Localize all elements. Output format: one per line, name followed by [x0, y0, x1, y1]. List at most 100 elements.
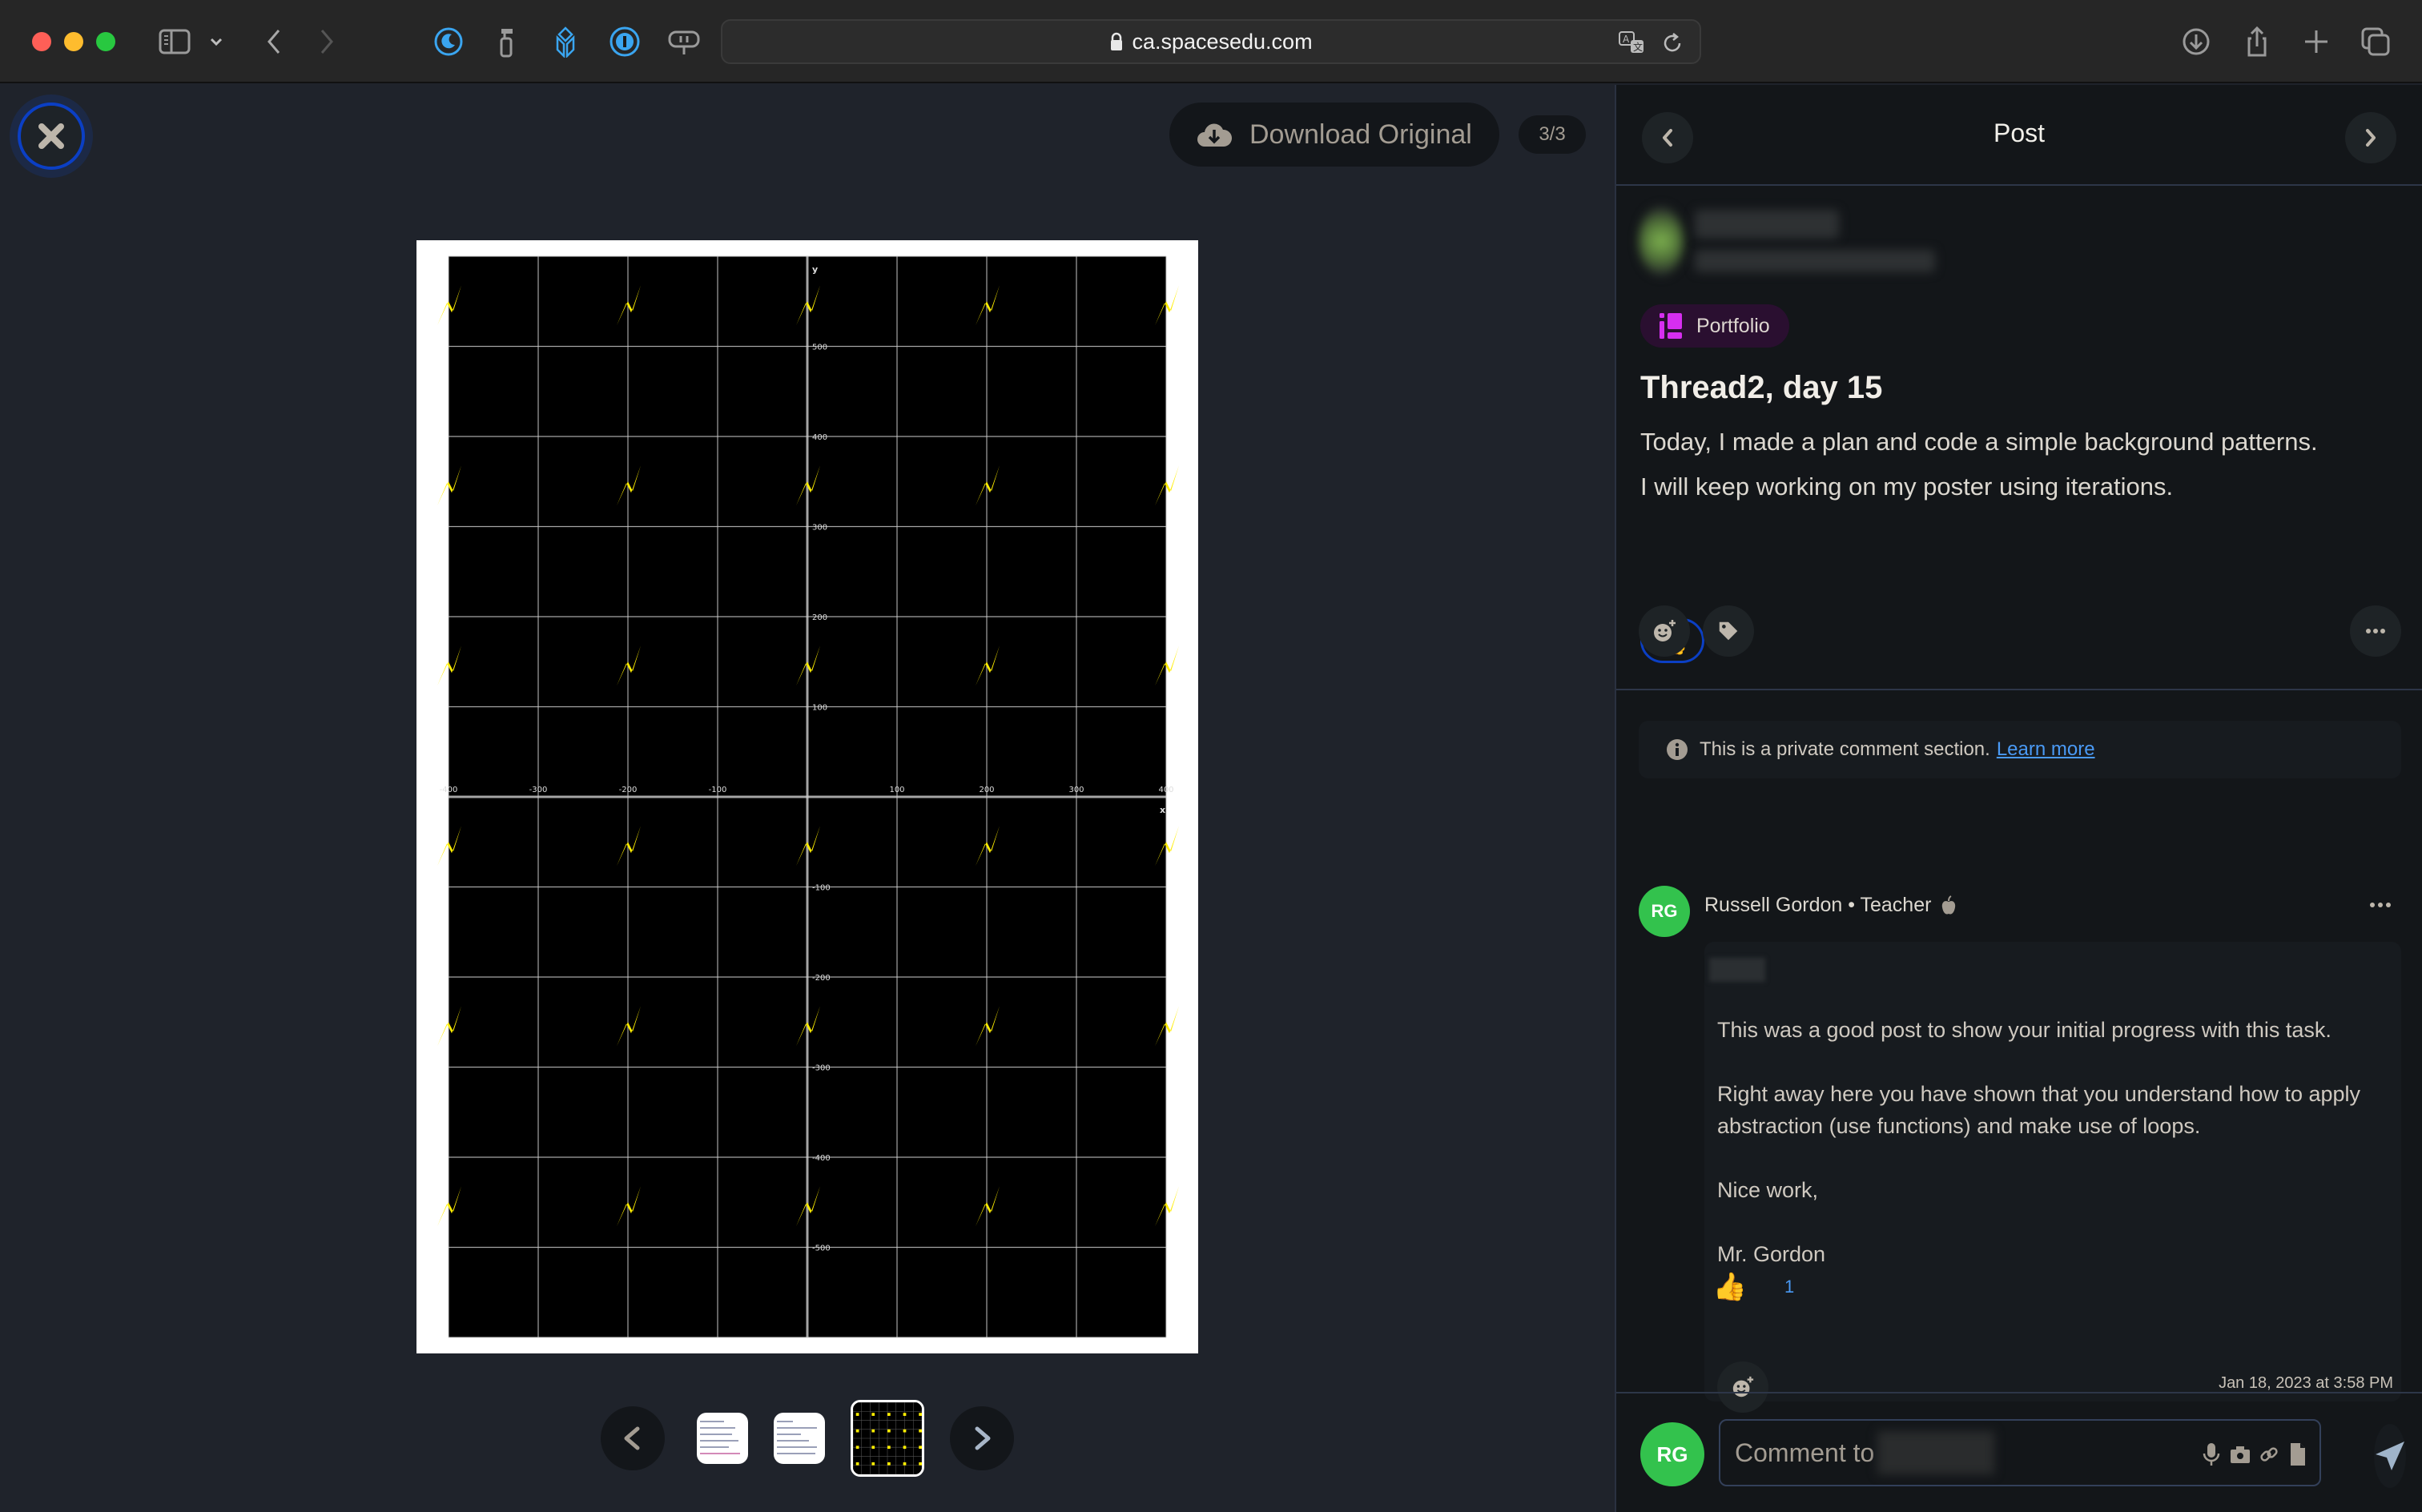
zoom-window-button[interactable]	[96, 32, 115, 51]
camera-icon[interactable]	[2230, 1442, 2251, 1467]
comment-recipient-redacted	[1709, 958, 1765, 982]
next-image-button[interactable]	[950, 1406, 1014, 1470]
cleaner-icon[interactable]	[489, 26, 524, 58]
poster-canvas: -400 -300 -200 -100 100 200 300 400 500 400 300 200…	[437, 255, 1179, 1338]
post-author[interactable]	[1639, 207, 1935, 275]
send-comment-button[interactable]	[2374, 1424, 2406, 1488]
y-tick-label: 100	[812, 704, 827, 713]
private-note-text: This is a private comment section.	[1700, 738, 1990, 760]
speech-icon[interactable]	[666, 26, 702, 58]
lock-icon	[1111, 32, 1123, 50]
translate-icon[interactable]: A文	[1618, 29, 1647, 58]
learn-more-link[interactable]: Learn more	[1997, 738, 2095, 761]
download-original-label: Download Original	[1249, 119, 1472, 150]
composer-divider	[1616, 1392, 2422, 1393]
post-title: Thread2, day 15	[1640, 370, 1883, 405]
x-tick-label: -400	[440, 786, 458, 794]
chevron-right-icon	[975, 1426, 991, 1450]
comment-body: This was a good post to show your initia…	[1717, 1014, 2390, 1302]
microphone-icon[interactable]	[2201, 1442, 2222, 1467]
y-axis-label: y	[812, 264, 818, 275]
comment-input-placeholder: Comment to	[1735, 1438, 1875, 1467]
share-icon[interactable]	[2239, 26, 2275, 58]
comment-reaction-thumbs-up[interactable]: 👍	[1712, 1267, 1748, 1307]
downloads-icon[interactable]	[2179, 26, 2214, 58]
y-tick-label: -400	[812, 1154, 831, 1163]
password-manager-icon[interactable]	[607, 26, 642, 58]
post-body: Today, I made a plan and code a simple b…	[1640, 420, 2318, 509]
previous-image-button[interactable]	[601, 1406, 665, 1470]
post-more-button[interactable]	[2350, 605, 2401, 657]
file-icon[interactable]	[2287, 1442, 2308, 1467]
back-icon[interactable]	[256, 26, 292, 58]
thumbnail-poster[interactable]	[851, 1400, 924, 1477]
comment-recipient-redacted	[1877, 1431, 1995, 1474]
download-original-button[interactable]: Download Original	[1169, 103, 1499, 167]
comment-card: This was a good post to show your initia…	[1704, 942, 2401, 1413]
window-controls	[32, 32, 115, 51]
y-tick-label: 200	[812, 613, 827, 622]
y-tick-label: 300	[812, 524, 827, 533]
new-tab-icon[interactable]	[2299, 26, 2334, 58]
thumbnail-strip	[601, 1398, 1014, 1478]
x-tick-label: 200	[979, 786, 994, 794]
commenter-name-text: Russell Gordon • Teacher	[1704, 894, 1932, 916]
portfolio-tag[interactable]: Portfolio	[1640, 304, 1789, 348]
more-icon	[2366, 629, 2385, 633]
tag-icon	[1719, 621, 1738, 641]
panel-title: Post	[1993, 119, 2046, 147]
add-reaction-button[interactable]	[1639, 605, 1690, 657]
link-icon[interactable]	[2259, 1442, 2279, 1467]
y-tick-label: 500	[812, 344, 827, 352]
author-name-redacted	[1695, 210, 1935, 272]
close-icon	[38, 123, 64, 149]
comment-paragraph: Mr. Gordon	[1717, 1242, 1826, 1266]
chevron-down-icon[interactable]	[207, 26, 226, 58]
cube-icon[interactable]	[548, 26, 583, 58]
image-viewer: Download Original 3/3 -400 -300 -200 -100 10…	[0, 85, 1615, 1512]
image-counter: 3/3	[1519, 115, 1586, 154]
y-tick-label: -500	[812, 1245, 831, 1253]
author-avatar	[1639, 207, 1684, 275]
chevron-left-icon	[624, 1426, 640, 1450]
reload-icon[interactable]	[1658, 29, 1687, 58]
forward-icon[interactable]	[309, 26, 344, 58]
portfolio-icon	[1660, 313, 1682, 339]
thumbs-up-icon: 👍	[1712, 1272, 1748, 1302]
svg-text:A: A	[1623, 34, 1630, 45]
sidebar-icon[interactable]	[157, 26, 192, 58]
comment-paragraph: Right away here you have shown that you …	[1717, 1082, 2361, 1138]
info-icon	[1667, 739, 1688, 760]
post-body-line: I will keep working on my poster using i…	[1640, 472, 2174, 501]
close-viewer-button[interactable]	[18, 103, 85, 170]
svg-text:文: 文	[1633, 41, 1643, 53]
private-comment-notice: This is a private comment section. Learn…	[1639, 721, 2401, 778]
cloud-download-icon	[1197, 123, 1232, 147]
thumbnail-code-1[interactable]	[697, 1413, 748, 1464]
comment-add-reaction-button[interactable]	[1717, 1361, 1768, 1413]
x-tick-label: -100	[709, 786, 727, 794]
comment-input[interactable]: Comment to	[1719, 1419, 2321, 1486]
comment-reaction-count[interactable]: 1	[1784, 1277, 1794, 1297]
next-post-button[interactable]	[2345, 112, 2396, 163]
x-axis-label: x	[1160, 805, 1165, 815]
address-bar[interactable]: ca.spacesedu.com A文	[721, 19, 1701, 64]
minimize-window-button[interactable]	[64, 32, 83, 51]
browser-toolbar: ca.spacesedu.com A文	[0, 0, 2422, 83]
add-emoji-icon	[1654, 620, 1676, 641]
y-tick-label: -300	[812, 1064, 831, 1073]
tab-overview-icon[interactable]	[2358, 26, 2393, 58]
tag-button[interactable]	[1703, 605, 1754, 657]
thumbnail-code-2[interactable]	[774, 1413, 825, 1464]
night-eye-icon[interactable]	[431, 26, 466, 58]
comment-timestamp: Jan 18, 2023 at 3:58 PM	[2219, 1374, 2393, 1392]
send-icon	[2376, 1442, 2404, 1470]
comment-more-button[interactable]	[2363, 889, 2398, 921]
panel-header: Post	[1616, 85, 2422, 186]
post-body-line: Today, I made a plan and code a simple b…	[1640, 428, 2318, 456]
commenter-avatar[interactable]: RG	[1639, 886, 1690, 937]
close-window-button[interactable]	[32, 32, 51, 51]
y-tick-label: 400	[812, 433, 827, 442]
y-tick-label: -100	[812, 884, 831, 893]
poster-image: -400 -300 -200 -100 100 200 300 400 500 400 300 200…	[416, 240, 1198, 1353]
